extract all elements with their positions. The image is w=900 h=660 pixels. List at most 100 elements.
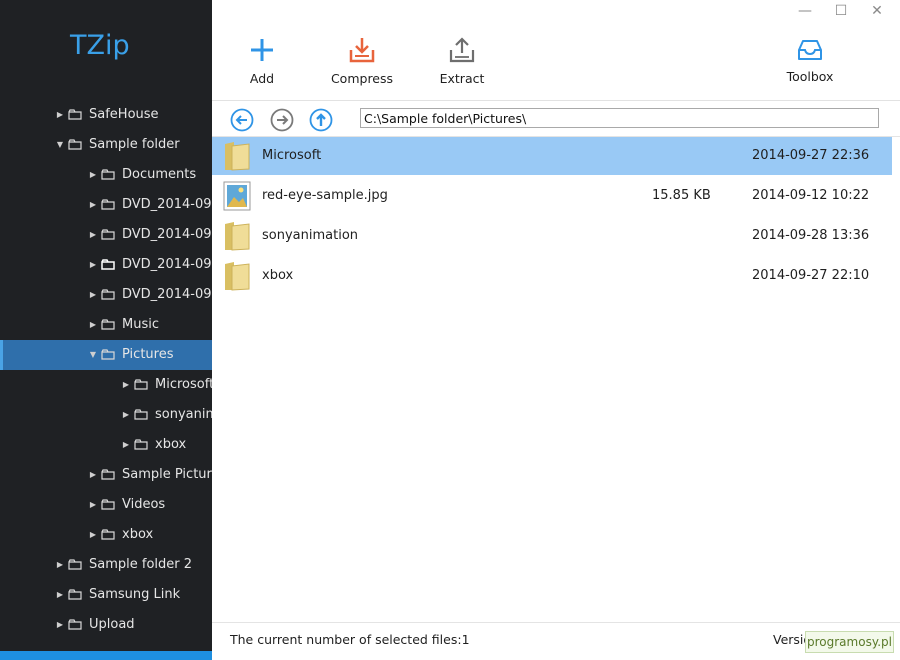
folder-icon [134, 409, 148, 420]
file-row[interactable]: Microsoft 2014-09-27 22:36 [212, 137, 892, 175]
tree-item-dvd-3[interactable]: ▶ DVD_2014-09-0 [0, 250, 212, 280]
compress-button[interactable]: Compress [326, 36, 398, 86]
tree-item-label: Sample folder 2 [89, 557, 193, 572]
folder-icon [101, 229, 115, 240]
extract-label: Extract [439, 71, 485, 86]
expand-arrow-icon[interactable]: ▶ [88, 190, 98, 220]
tree-item-sonyanimation[interactable]: ▶ sonyanima [0, 400, 212, 430]
back-arrow-icon[interactable] [230, 108, 254, 132]
folder-icon [134, 439, 148, 450]
tree-item-label: DVD_2014-09-0 [122, 227, 212, 242]
file-row[interactable]: xbox 2014-09-27 22:10 [212, 257, 892, 295]
tree-item-dvd-1[interactable]: ▶ DVD_2014-09-0 [0, 190, 212, 220]
expand-arrow-icon[interactable]: ▶ [88, 250, 98, 280]
folder-icon [101, 319, 115, 330]
tree-item-label: xbox [122, 527, 154, 542]
tree-item-sample-folder-2[interactable]: ▶ Sample folder 2 [0, 550, 212, 580]
tree-item-xbox-2[interactable]: ▶ xbox [0, 520, 212, 550]
extract-button[interactable]: Extract [436, 36, 488, 86]
tree-item-label: Pictures [122, 347, 174, 362]
add-label: Add [249, 71, 275, 86]
tree-item-pictures[interactable]: ▼ Pictures [0, 340, 212, 370]
expand-arrow-icon[interactable]: ▶ [121, 370, 131, 400]
file-size: 15.85 KB [652, 188, 711, 203]
expand-arrow-icon[interactable]: ▶ [55, 580, 65, 610]
collapse-arrow-icon[interactable]: ▼ [55, 130, 65, 160]
status-divider [212, 622, 900, 623]
compress-icon [349, 38, 375, 63]
toolbox-icon [798, 40, 822, 60]
add-button[interactable]: Add [236, 36, 288, 86]
tree-item-label: xbox [155, 437, 187, 452]
file-row[interactable]: sonyanimation 2014-09-28 13:36 [212, 217, 892, 255]
image-file-icon [223, 181, 251, 211]
folder-icon [101, 199, 115, 210]
tree-item-label: Music [122, 317, 159, 332]
minimize-button[interactable]: — [795, 2, 815, 20]
folder-icon [101, 259, 115, 270]
address-bar[interactable]: C:\Sample folder\Pictures\ [360, 108, 879, 128]
folder-icon [134, 379, 148, 390]
folder-icon [68, 139, 82, 150]
up-arrow-icon[interactable] [309, 108, 333, 132]
tree-item-dvd-4[interactable]: ▶ DVD_2014-09-0 [0, 280, 212, 310]
folder-icon [101, 529, 115, 540]
file-name: sonyanimation [262, 228, 359, 243]
expand-arrow-icon[interactable]: ▶ [121, 430, 131, 460]
tree-item-videos[interactable]: ▶ Videos [0, 490, 212, 520]
tree-item-label: Documents [122, 167, 197, 182]
expand-arrow-icon[interactable]: ▶ [88, 160, 98, 190]
folder-tree: ▶ SafeHouse ▼ Sample folder ▶ Documents … [0, 100, 212, 640]
app-title: TZip [70, 30, 130, 61]
expand-arrow-icon[interactable]: ▶ [88, 520, 98, 550]
expand-arrow-icon[interactable]: ▶ [55, 100, 65, 130]
expand-arrow-icon[interactable]: ▶ [88, 280, 98, 310]
tree-item-label: DVD_2014-09-0 [122, 287, 212, 302]
tree-item-microsoft[interactable]: ▶ Microsoft [0, 370, 212, 400]
tree-item-label: SafeHouse [89, 107, 159, 122]
file-date: 2014-09-27 22:10 [752, 268, 870, 283]
expand-arrow-icon[interactable]: ▶ [88, 310, 98, 340]
file-date: 2014-09-27 22:36 [752, 148, 870, 163]
toolbox-label: Toolbox [786, 69, 834, 84]
folder-icon [101, 289, 115, 300]
file-date: 2014-09-12 10:22 [752, 188, 870, 203]
sidebar-bottom-bar [0, 651, 212, 660]
watermark-badge: programosy.pl [805, 631, 894, 653]
folder-icon [101, 349, 115, 360]
tree-item-sample-folder[interactable]: ▼ Sample folder [0, 130, 212, 160]
folder-icon [68, 559, 82, 570]
folder-icon [101, 169, 115, 180]
tree-item-dvd-2[interactable]: ▶ DVD_2014-09-0 [0, 220, 212, 250]
file-name: Microsoft [262, 148, 322, 163]
folder-icon [68, 109, 82, 120]
collapse-arrow-icon[interactable]: ▼ [88, 340, 98, 370]
maximize-button[interactable]: ☐ [831, 2, 851, 20]
folder-icon [101, 469, 115, 480]
forward-arrow-icon[interactable] [270, 108, 294, 132]
expand-arrow-icon[interactable]: ▶ [55, 610, 65, 640]
sidebar: TZip ▶ SafeHouse ▼ Sample folder ▶ Docum… [0, 0, 212, 660]
expand-arrow-icon[interactable]: ▶ [121, 400, 131, 430]
tree-item-music[interactable]: ▶ Music [0, 310, 212, 340]
expand-arrow-icon[interactable]: ▶ [55, 550, 65, 580]
tree-item-label: Sample folder [89, 137, 180, 152]
file-row[interactable]: red-eye-sample.jpg 15.85 KB 2014-09-12 1… [212, 177, 892, 215]
folder-icon [225, 262, 250, 291]
tree-item-documents[interactable]: ▶ Documents [0, 160, 212, 190]
folder-icon [68, 619, 82, 630]
tree-item-safehouse[interactable]: ▶ SafeHouse [0, 100, 212, 130]
expand-arrow-icon[interactable]: ▶ [88, 460, 98, 490]
file-list: Microsoft 2014-09-27 22:36 red-eye-sampl… [212, 137, 892, 297]
tree-item-sample-pictures[interactable]: ▶ Sample Pictures [0, 460, 212, 490]
tree-item-samsung-link[interactable]: ▶ Samsung Link [0, 580, 212, 610]
toolbox-button[interactable]: Toolbox [780, 38, 840, 84]
close-button[interactable]: ✕ [867, 2, 887, 20]
expand-arrow-icon[interactable]: ▶ [88, 490, 98, 520]
tree-item-upload[interactable]: ▶ Upload [0, 610, 212, 640]
file-date: 2014-09-28 13:36 [752, 228, 870, 243]
expand-arrow-icon[interactable]: ▶ [88, 220, 98, 250]
tree-item-xbox[interactable]: ▶ xbox [0, 430, 212, 460]
compress-label: Compress [330, 71, 394, 86]
tree-item-label: Upload [89, 617, 135, 632]
